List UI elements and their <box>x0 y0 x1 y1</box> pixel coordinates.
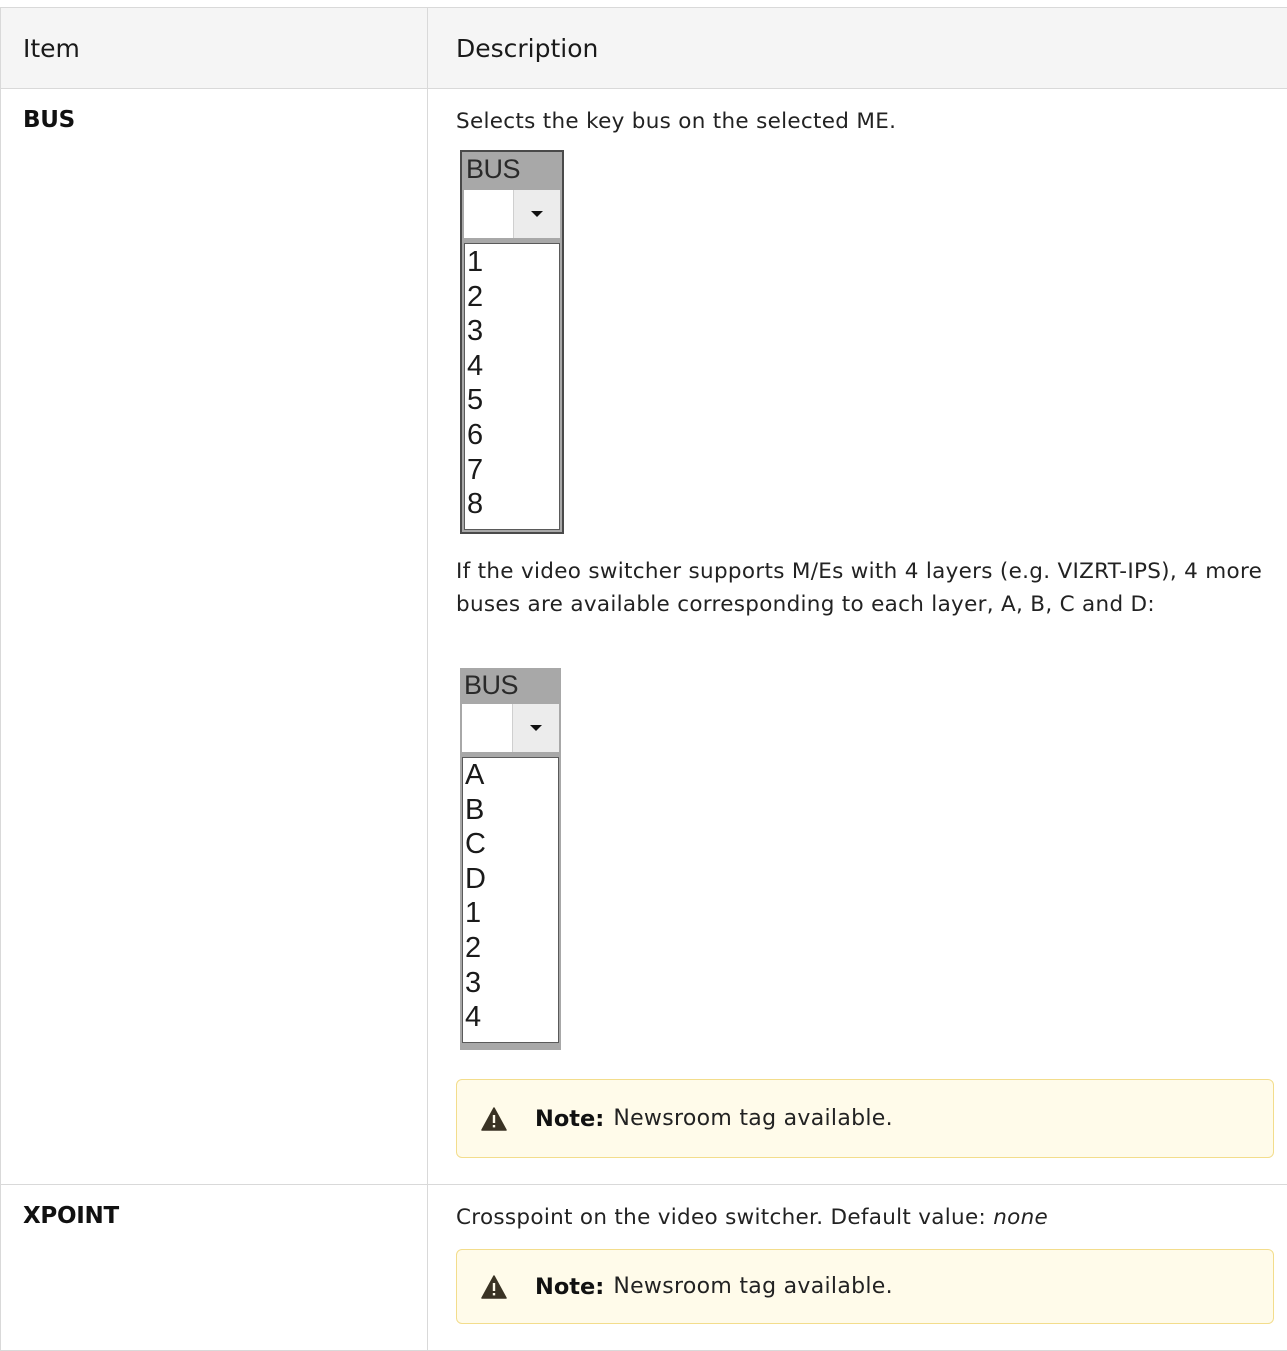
chevron-down-icon <box>530 725 542 731</box>
list-item[interactable]: 3 <box>463 966 558 1001</box>
default-value: none <box>993 1205 1049 1230</box>
warning-triangle-icon <box>481 1106 507 1131</box>
chevron-down-icon <box>531 211 543 217</box>
list-item[interactable]: 6 <box>465 418 559 453</box>
list-item[interactable]: 5 <box>465 383 559 418</box>
bus-options-list[interactable]: A B C D 1 2 3 4 <box>462 757 559 1043</box>
list-item[interactable]: 4 <box>463 1000 558 1035</box>
table-row-bus: BUS Selects the key bus on the selected … <box>0 89 1287 1185</box>
item-cell: XPOINT <box>0 1185 428 1350</box>
combo-field[interactable] <box>462 704 515 752</box>
warning-triangle-icon <box>481 1274 507 1299</box>
bus-select-widget-layers: BUS A B C D 1 2 3 4 <box>460 668 561 1050</box>
list-item[interactable]: 7 <box>465 453 559 488</box>
note-text: Newsroom tag available. <box>613 1106 893 1131</box>
description-text: Selects the key bus on the selected ME. <box>456 109 897 134</box>
list-item[interactable]: 1 <box>463 896 558 931</box>
list-item[interactable]: C <box>463 827 558 862</box>
list-item[interactable]: 2 <box>463 931 558 966</box>
description-prefix: Crosspoint on the video switcher. Defaul… <box>456 1205 994 1230</box>
widget-title: BUS <box>464 670 519 700</box>
header-description: Description <box>456 33 599 63</box>
bus-options-list[interactable]: 1 2 3 4 5 6 7 8 <box>464 243 560 530</box>
note-callout: Note: Newsroom tag available. <box>456 1249 1274 1324</box>
list-item[interactable]: 1 <box>465 245 559 280</box>
note-label: Note: <box>535 1273 605 1300</box>
description-text: Crosspoint on the video switcher. Defaul… <box>456 1201 1273 1234</box>
layers-paragraph: If the video switcher supports M/Es with… <box>456 559 1263 617</box>
bus-select-widget: BUS 1 2 3 4 5 6 7 8 <box>460 150 564 534</box>
widget-title: BUS <box>466 154 521 184</box>
note-text: Newsroom tag available. <box>613 1274 893 1299</box>
dropdown-button[interactable] <box>512 704 559 752</box>
note-callout: Note: Newsroom tag available. <box>456 1079 1274 1158</box>
note-label: Note: <box>535 1105 605 1132</box>
combo-field[interactable] <box>464 190 517 238</box>
list-item[interactable]: D <box>463 862 558 897</box>
list-item[interactable]: B <box>463 793 558 828</box>
list-item[interactable]: 3 <box>465 314 559 349</box>
bus-combo[interactable] <box>464 190 560 238</box>
dropdown-button[interactable] <box>513 190 560 238</box>
bus-combo[interactable] <box>462 704 559 752</box>
item-label: BUS <box>23 107 75 133</box>
item-cell: BUS <box>0 89 428 1184</box>
header-item: Item <box>0 8 428 88</box>
list-item[interactable]: 4 <box>465 349 559 384</box>
item-label: XPOINT <box>23 1203 119 1229</box>
list-item[interactable]: 8 <box>465 487 559 522</box>
list-item[interactable]: 2 <box>465 280 559 315</box>
table-header-row: Item Description <box>0 7 1287 89</box>
list-item[interactable]: A <box>463 758 558 793</box>
